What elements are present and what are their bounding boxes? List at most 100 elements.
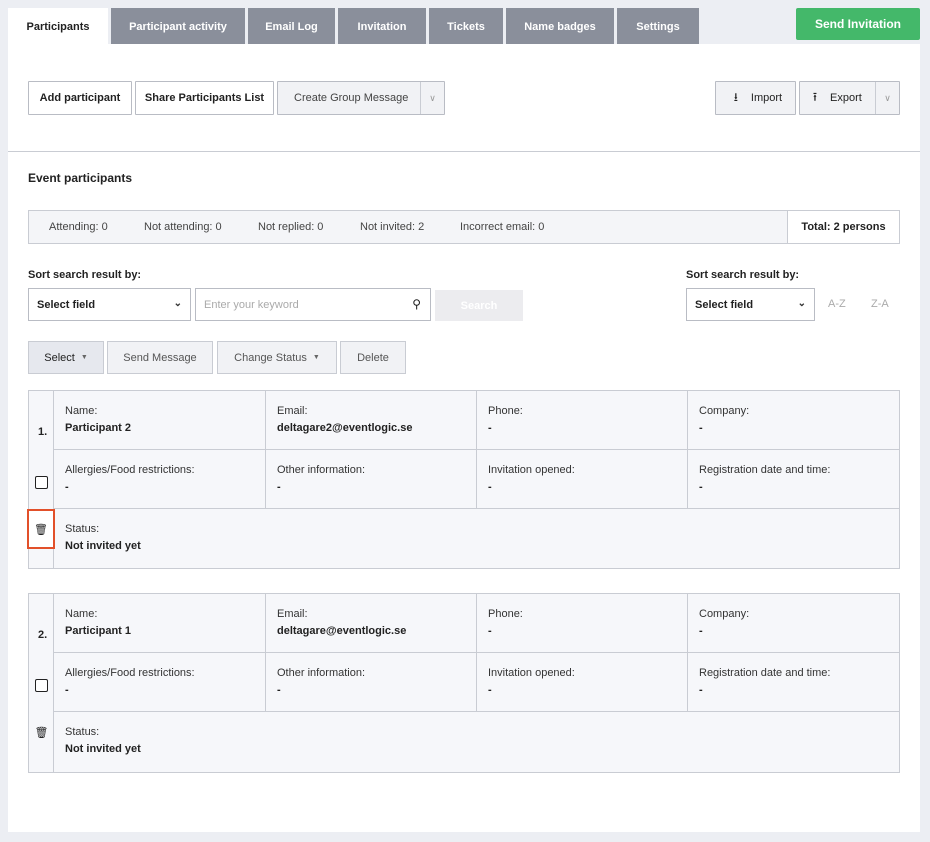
chevron-down-icon: ⌄ — [173, 298, 182, 309]
tab-name-badges[interactable]: Name badges — [506, 8, 614, 45]
select-field-value: Select field — [37, 298, 96, 311]
field-company: Company: - — [688, 594, 899, 653]
share-participants-list-button[interactable]: Share Participants List — [135, 81, 274, 115]
participant-checkbox[interactable] — [35, 476, 48, 489]
tab-participants[interactable]: Participants — [8, 8, 108, 45]
field-other-info: Other information: - — [266, 653, 477, 712]
send-invitation-button[interactable]: Send Invitation — [796, 8, 920, 40]
upload-icon: ⭱ — [812, 89, 818, 104]
card-row: Status: Not invited yet — [54, 509, 899, 568]
chevron-down-icon[interactable]: ∨ — [420, 82, 444, 114]
field-value: - — [488, 481, 492, 493]
keyword-input[interactable] — [196, 289, 396, 320]
download-icon: ⭳ — [733, 89, 738, 104]
search-icon[interactable]: ⚲ — [412, 297, 421, 311]
field-label: Registration date and time: — [699, 667, 831, 679]
field-value: - — [699, 481, 703, 493]
search-button[interactable]: Search — [435, 290, 523, 321]
create-group-message-button[interactable]: Create Group Message ∨ — [277, 81, 445, 115]
sort-za-button[interactable]: Z-A — [871, 298, 889, 310]
field-label: Name: — [65, 608, 98, 620]
stat-not-attending: Not attending: 0 — [144, 221, 222, 233]
participant-number: 2. — [38, 629, 48, 641]
tab-settings[interactable]: Settings — [617, 8, 699, 45]
field-value: Not invited yet — [65, 743, 141, 755]
field-status: Status: Not invited yet — [54, 712, 899, 771]
chevron-down-icon: ⌄ — [797, 298, 806, 309]
import-button[interactable]: ⭳ Import — [715, 81, 796, 115]
field-other-info: Other information: - — [266, 450, 477, 509]
sort-label-right: Sort search result by: — [686, 269, 800, 281]
field-value: - — [699, 684, 703, 696]
card-gutter: 1. 🗑 — [27, 391, 55, 568]
section-title: Event participants — [28, 171, 133, 185]
field-label: Email: — [277, 608, 308, 620]
tab-tickets[interactable]: Tickets — [429, 8, 503, 45]
field-phone: Phone: - — [477, 594, 688, 653]
trash-icon[interactable]: 🗑 — [27, 509, 55, 549]
add-participant-button[interactable]: Add participant — [28, 81, 132, 115]
field-label: Company: — [699, 405, 750, 417]
field-label: Status: — [65, 726, 100, 738]
tab-email-log[interactable]: Email Log — [248, 8, 335, 45]
field-label: Other information: — [277, 464, 366, 476]
change-status-button[interactable]: Change Status ▼ — [217, 341, 337, 374]
field-label: Registration date and time: — [699, 464, 831, 476]
sort-label: Sort search result by: — [28, 269, 142, 281]
chevron-down-icon[interactable]: ∨ — [875, 82, 899, 114]
field-label: Name: — [65, 405, 98, 417]
trash-icon[interactable]: 🗑 — [29, 713, 54, 751]
stat-incorrect-email: Incorrect email: 0 — [460, 221, 545, 233]
field-status: Status: Not invited yet — [54, 509, 899, 568]
card-row: Name: Participant 1 Email: deltagare@event… — [54, 594, 899, 653]
field-value: deltagare@eventlogic.se — [277, 625, 407, 637]
create-group-message-label: Create Group Message — [294, 92, 409, 104]
stat-total: Total: 2 persons — [787, 211, 899, 243]
field-value: Participant 2 — [65, 422, 132, 434]
select-field-dropdown[interactable]: Select field ⌄ — [28, 288, 191, 321]
field-value: - — [488, 625, 492, 637]
field-label: Email: — [277, 405, 308, 417]
participant-card: 1. 🗑 Name: Participant 2 Email: deltagare2… — [27, 390, 900, 569]
keyword-search: ⚲ — [195, 288, 431, 321]
field-label: Status: — [65, 523, 100, 535]
participant-number: 1. — [38, 426, 48, 438]
card-row: Allergies/Food restrictions: - Other info… — [54, 653, 899, 712]
field-label: Phone: — [488, 608, 523, 620]
card-row: Status: Not invited yet — [54, 712, 899, 771]
stats-bar: Attending: 0 Not attending: 0 Not replie… — [28, 210, 900, 244]
field-value: Not invited yet — [65, 540, 141, 552]
field-value: - — [699, 422, 703, 434]
field-value: - — [65, 684, 69, 696]
field-value: - — [488, 684, 492, 696]
send-message-button[interactable]: Send Message — [107, 341, 213, 374]
field-label: Invitation opened: — [488, 667, 575, 679]
field-invitation-opened: Invitation opened: - — [477, 653, 688, 712]
delete-button[interactable]: Delete — [340, 341, 406, 374]
field-label: Other information: — [277, 667, 366, 679]
export-label: Export — [830, 92, 862, 104]
field-value: - — [277, 481, 281, 493]
participants-panel: Add participant Share Participants List … — [8, 44, 920, 832]
sort-field-dropdown[interactable]: Select field ⌄ — [686, 288, 815, 321]
tab-invitation[interactable]: Invitation — [338, 8, 426, 45]
import-label: Import — [750, 92, 783, 104]
stat-attending: Attending: 0 — [49, 221, 108, 233]
field-email: Email: deltagare@eventlogic.se — [266, 594, 477, 653]
caret-down-icon: ▼ — [312, 354, 320, 361]
field-name: Name: Participant 1 — [54, 594, 266, 653]
stat-not-replied: Not replied: 0 — [258, 221, 324, 233]
field-phone: Phone: - — [477, 391, 688, 450]
field-value: deltagare2@eventlogic.se — [277, 422, 413, 434]
change-status-label: Change Status — [234, 351, 307, 364]
field-label: Allergies/Food restrictions: — [65, 667, 195, 679]
tab-participant-activity[interactable]: Participant activity — [111, 8, 245, 45]
select-dropdown-button[interactable]: Select ▼ — [28, 341, 104, 374]
participant-checkbox[interactable] — [35, 679, 48, 692]
field-value: - — [277, 684, 281, 696]
field-registration: Registration date and time: - — [688, 450, 899, 509]
sort-az-button[interactable]: A-Z — [828, 298, 846, 310]
field-value: - — [488, 422, 492, 434]
field-allergies: Allergies/Food restrictions: - — [54, 653, 266, 712]
export-button[interactable]: ⭱ Export ∨ — [799, 81, 900, 115]
